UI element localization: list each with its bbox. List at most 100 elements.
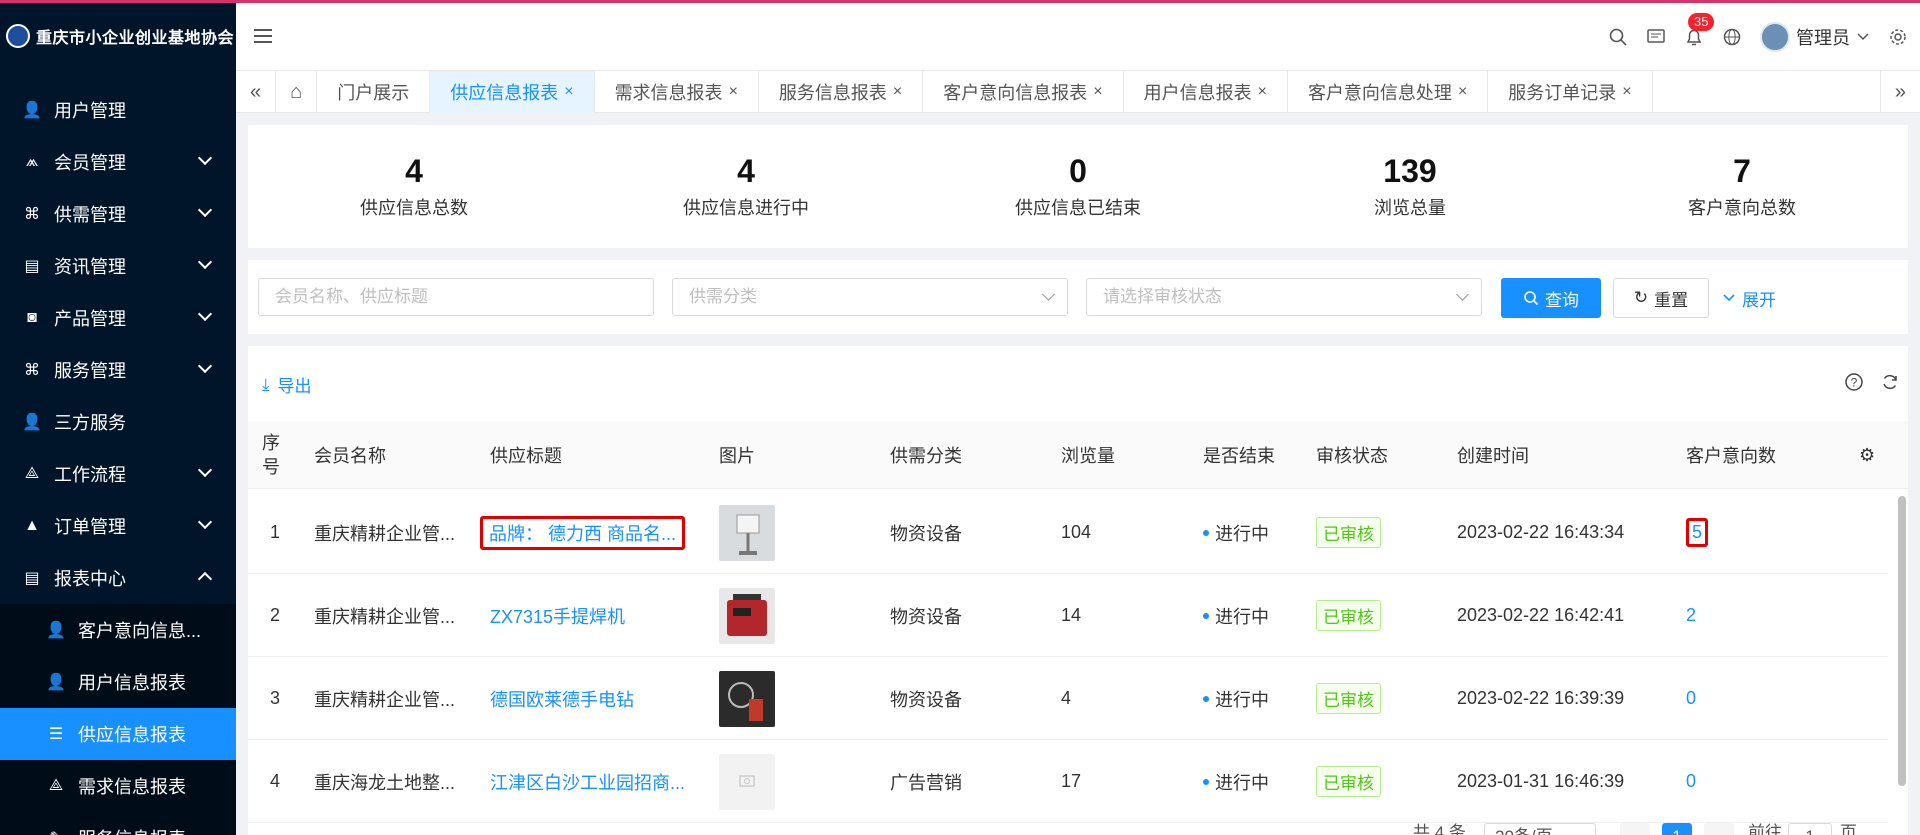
prev-page-button[interactable] <box>1620 823 1650 835</box>
download-icon: ⤓ <box>262 374 270 394</box>
table-card: ⤓ 导出 ? 序号 会员名称 供应标题 图片 供需分类 浏览量 是否结束 审核状… <box>248 346 1908 835</box>
sidebar-subitem-user-report[interactable]: 👤 用户信息报表 <box>0 656 236 708</box>
sidebar-subitem-supply-report[interactable]: ☰ 供应信息报表 <box>0 708 236 760</box>
cell-intent-link[interactable]: 2 <box>1686 574 1696 657</box>
close-icon[interactable]: × <box>893 83 902 101</box>
search-icon[interactable] <box>1608 27 1628 47</box>
document-icon: ▤ <box>24 258 40 275</box>
sidebar-subitem-service-report[interactable]: ✎ 服务信息报表 <box>0 812 236 835</box>
cell-title-link[interactable]: 江津区白沙工业园招商... <box>490 740 685 823</box>
sidebar-item-third-party[interactable]: 👤 三方服务 <box>0 396 236 448</box>
tab-supply-report[interactable]: 供应信息报表 × <box>430 71 595 113</box>
cell-audit: 已审核 <box>1316 740 1381 823</box>
category-select[interactable]: 供需分类 <box>672 278 1068 316</box>
cell-title-link[interactable]: ZX7315手提焊机 <box>490 574 625 657</box>
next-page-button[interactable] <box>1704 823 1734 835</box>
sidebar-item-label: 订单管理 <box>54 517 126 537</box>
close-icon[interactable]: × <box>1458 83 1467 101</box>
close-icon[interactable]: × <box>1258 83 1267 101</box>
cell-views: 4 <box>1061 688 1072 708</box>
cell-intent-link[interactable]: 0 <box>1686 740 1696 823</box>
home-tab-icon[interactable]: ⌂ <box>276 71 318 113</box>
tab-customer-intent-report[interactable]: 客户意向信息报表 × <box>923 71 1124 113</box>
column-settings-icon[interactable]: ⚙ <box>1859 421 1875 489</box>
chevron-down-icon <box>1456 288 1469 301</box>
cell-intent-link[interactable]: 5 <box>1686 491 1709 574</box>
settings-icon[interactable] <box>1888 27 1908 47</box>
tabs-scroll-left-icon[interactable]: « <box>236 71 277 113</box>
sidebar-item-supply-demand[interactable]: ⌘ 供需管理 <box>0 188 236 240</box>
reset-button[interactable]: ↻ 重置 <box>1613 278 1709 318</box>
sidebar-item-reports[interactable]: ▤ 报表中心 <box>0 552 236 604</box>
sidebar-item-workflow[interactable]: ⟁ 工作流程 <box>0 448 236 500</box>
tab-portal[interactable]: 门户展示 <box>317 71 431 113</box>
stat-value: 0 <box>1069 153 1087 189</box>
user-menu[interactable]: 管理员 <box>1760 22 1870 52</box>
help-icon[interactable]: ? <box>1844 372 1864 397</box>
table-row[interactable]: 1 重庆精耕企业管... 品牌： 德力西 商品名... 物资设备 104 进行中… <box>248 491 1888 574</box>
close-icon[interactable]: × <box>1093 83 1102 101</box>
sidebar-item-label: 客户意向信息... <box>78 621 202 641</box>
brand[interactable]: 重庆市小企业创业基地协会 <box>0 0 236 72</box>
sidebar-item-service[interactable]: ⌘ 服务管理 <box>0 344 236 396</box>
stat-in-progress: 4 供应信息进行中 <box>580 125 912 248</box>
sidebar-item-news[interactable]: ▤ 资讯管理 <box>0 240 236 292</box>
chevron-down-icon <box>197 254 213 270</box>
cell-title-link[interactable]: 德国欧莱德手电钻 <box>490 657 634 740</box>
tab-service-report[interactable]: 服务信息报表 × <box>759 71 924 113</box>
goto-page-input[interactable]: 1 <box>1788 823 1832 835</box>
sidebar-item-product[interactable]: ◙ 产品管理 <box>0 292 236 344</box>
sidebar-subitem-customer-intent[interactable]: 👤 客户意向信息... <box>0 604 236 656</box>
message-icon[interactable] <box>1646 27 1666 47</box>
cell-image[interactable] <box>719 574 775 657</box>
sidebar-item-label: 资讯管理 <box>54 257 126 277</box>
table-row[interactable]: 3 重庆精耕企业管... 德国欧莱德手电钻 物资设备 4 进行中 已审核 202… <box>248 657 1888 740</box>
table-row[interactable]: 2 重庆精耕企业管... ZX7315手提焊机 物资设备 14 进行中 已审核 … <box>248 574 1888 657</box>
sidebar-subitem-demand-report[interactable]: ⟁ 需求信息报表 <box>0 760 236 812</box>
page-size-select[interactable]: 20条/页 <box>1484 823 1596 835</box>
tab-label: 用户信息报表 <box>1143 83 1252 103</box>
audit-status-select[interactable]: 请选择审核状态 <box>1086 278 1482 316</box>
close-icon[interactable]: × <box>564 83 573 101</box>
cell-image[interactable] <box>719 491 775 574</box>
cell-title-link[interactable]: 品牌： 德力西 商品名... <box>480 491 686 574</box>
tab-service-orders[interactable]: 服务订单记录 × <box>1488 71 1653 113</box>
page-number-button[interactable]: 1 <box>1662 823 1692 835</box>
table-row[interactable]: 4 重庆海龙土地整... 江津区白沙工业园招商... 广告营销 17 进行中 已… <box>248 740 1888 823</box>
tab-user-report[interactable]: 用户信息报表 × <box>1124 71 1288 113</box>
export-button[interactable]: ⤓ 导出 <box>262 372 312 397</box>
globe-icon[interactable] <box>1722 27 1742 47</box>
tab-customer-intent-processing[interactable]: 客户意向信息处理 × <box>1288 71 1489 113</box>
chevron-up-icon <box>197 571 213 587</box>
refresh-icon[interactable] <box>1880 372 1900 397</box>
user-name: 管理员 <box>1796 28 1850 48</box>
cell-views: 14 <box>1061 605 1082 625</box>
cell-intent-link[interactable]: 0 <box>1686 657 1696 740</box>
refresh-icon: ↻ <box>1633 288 1649 307</box>
menu-toggle-icon[interactable] <box>254 29 272 43</box>
keyword-input[interactable]: 会员名称、供应标题 <box>258 278 654 316</box>
query-button[interactable]: 查询 <box>1501 278 1601 318</box>
user-icon: 👤 <box>22 414 42 431</box>
sidebar-item-user-management[interactable]: 👤 用户管理 <box>0 84 236 136</box>
column-header-audit: 审核状态 <box>1316 446 1388 466</box>
tabs-scroll-right-icon[interactable]: » <box>1879 71 1920 113</box>
bell-icon[interactable]: 35 <box>1684 13 1715 47</box>
tab-demand-report[interactable]: 需求信息报表 × <box>595 71 759 113</box>
close-icon[interactable]: × <box>729 83 738 101</box>
chevron-down-icon <box>197 306 213 322</box>
stat-value: 139 <box>1383 153 1437 189</box>
sidebar-item-label: 三方服务 <box>54 413 126 433</box>
close-icon[interactable]: × <box>1622 83 1631 101</box>
stat-label: 供应信息已结束 <box>1015 198 1141 218</box>
cell-image[interactable] <box>719 740 775 823</box>
cell-index: 1 <box>270 522 281 542</box>
sidebar-item-member-management[interactable]: ⩕ 会员管理 <box>0 136 236 188</box>
export-label: 导出 <box>277 377 312 396</box>
chevron-down-icon <box>197 358 213 374</box>
sidebar-item-orders[interactable]: ▲ 订单管理 <box>0 500 236 552</box>
cell-image[interactable] <box>719 657 775 740</box>
expand-link[interactable]: 展开 <box>1722 278 1776 318</box>
stat-value: 4 <box>405 153 423 189</box>
vertical-scrollbar[interactable] <box>1898 496 1906 786</box>
